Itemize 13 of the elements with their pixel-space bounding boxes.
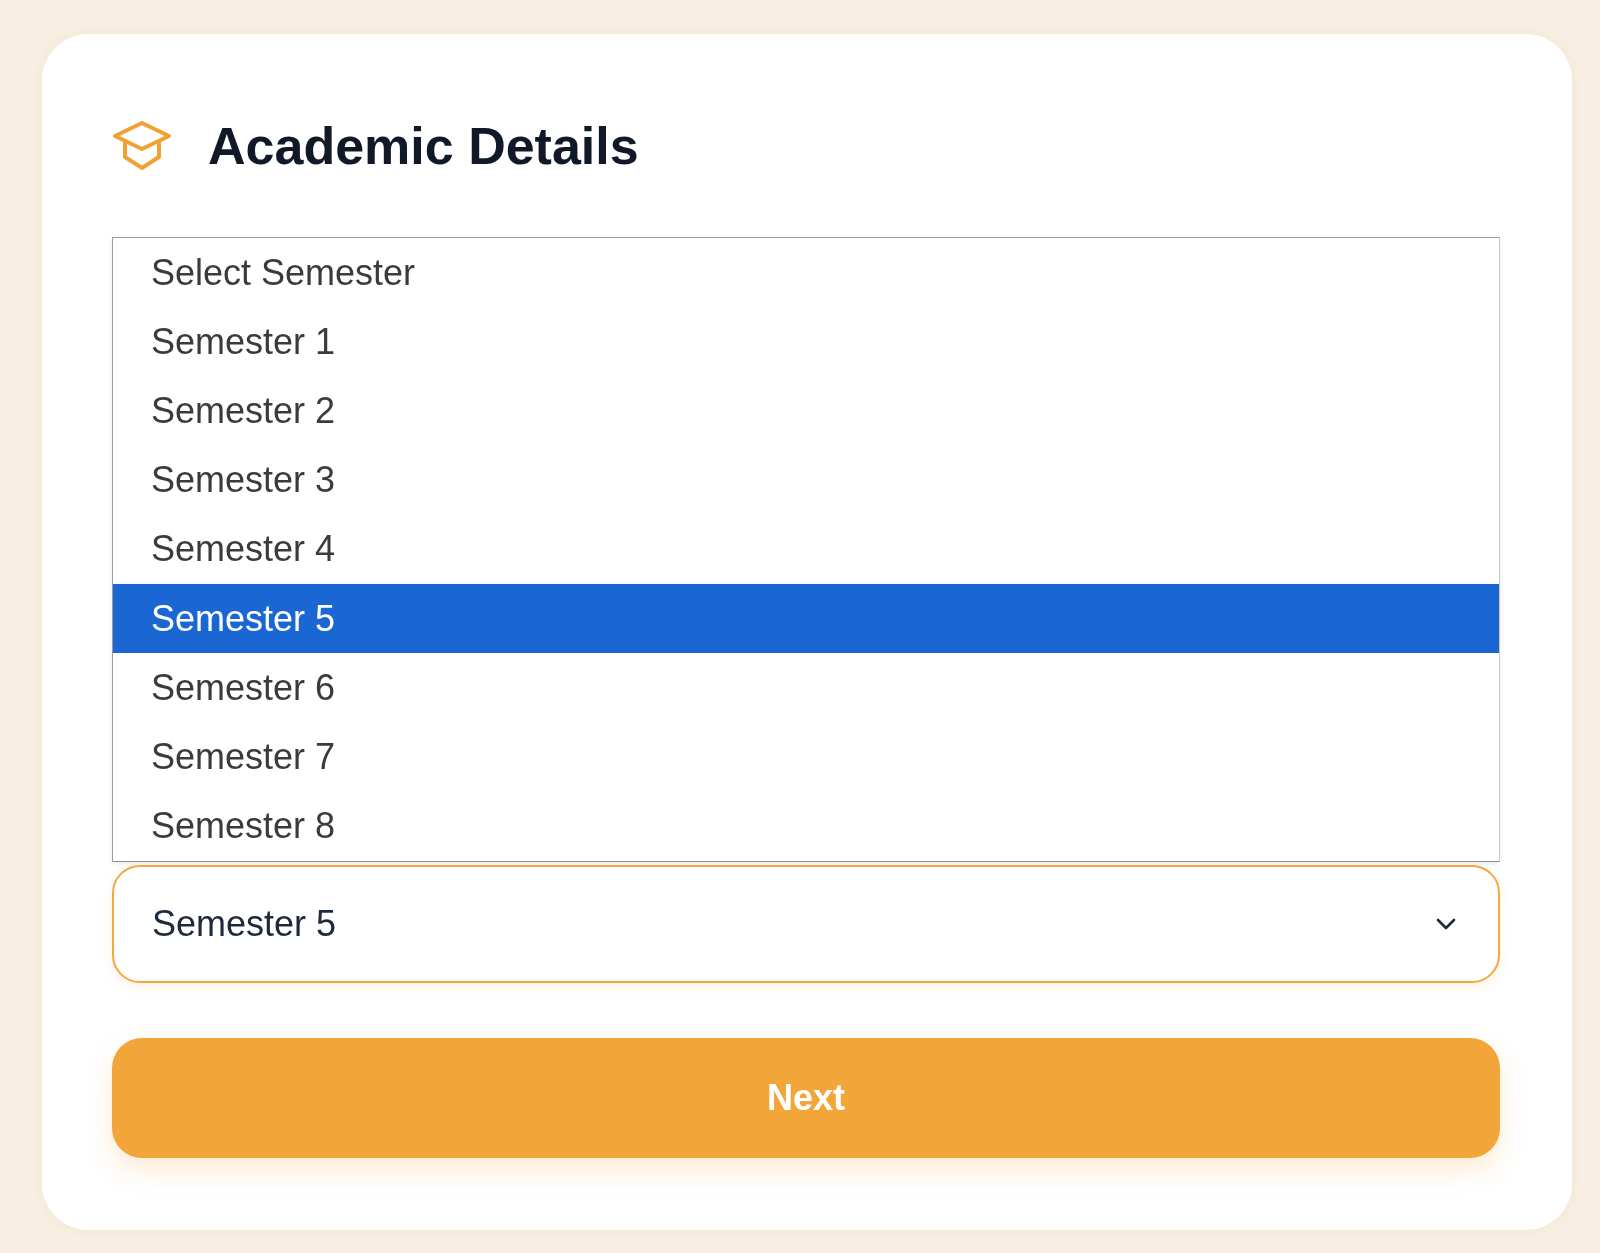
dropdown-option[interactable]: Semester 6 bbox=[113, 653, 1499, 723]
dropdown-option[interactable]: Select Semester bbox=[113, 238, 1499, 308]
chevron-down-icon bbox=[1436, 917, 1456, 930]
semester-select[interactable]: Semester 5 bbox=[112, 864, 1500, 983]
dropdown-option[interactable]: Semester 1 bbox=[113, 307, 1499, 377]
section-title: Academic Details bbox=[208, 116, 639, 176]
dropdown-option[interactable]: Semester 3 bbox=[113, 445, 1499, 515]
dropdown-option[interactable]: Semester 2 bbox=[113, 376, 1499, 446]
dropdown-option[interactable]: Semester 4 bbox=[113, 514, 1499, 584]
graduation-cap-icon bbox=[112, 120, 172, 172]
dropdown-option[interactable]: Semester 8 bbox=[113, 791, 1499, 861]
dropdown-option[interactable]: Semester 5 bbox=[113, 583, 1499, 654]
dropdown-option[interactable]: Semester 7 bbox=[113, 722, 1499, 792]
